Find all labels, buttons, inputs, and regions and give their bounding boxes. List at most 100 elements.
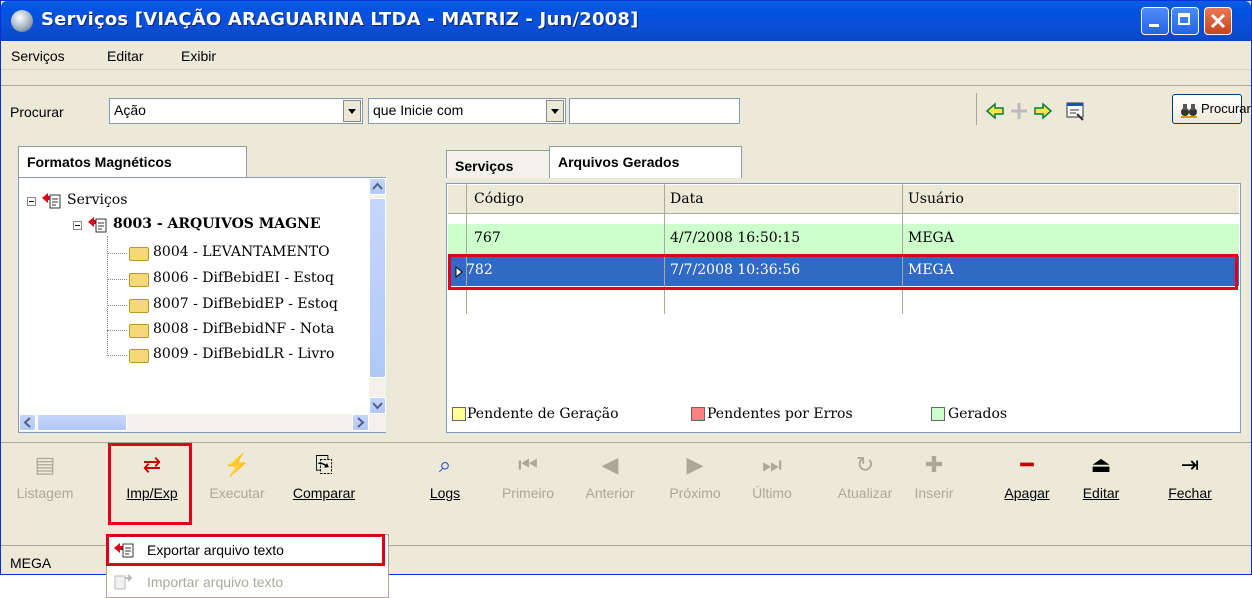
tree-leaf-label: 8006 - DifBebidEI - Estoq	[153, 270, 334, 286]
search-input[interactable]	[569, 98, 740, 124]
apagar-button[interactable]: ━ Apagar	[997, 453, 1057, 513]
menu-editar[interactable]: Editar	[107, 48, 144, 64]
status-user: MEGA	[10, 555, 52, 571]
toolbar-label: Logs	[429, 485, 461, 501]
tree-vertical-scrollbar[interactable]	[369, 178, 386, 414]
scroll-up-button[interactable]	[369, 178, 386, 195]
toolbar-label: Listagem	[16, 485, 74, 501]
title-bar[interactable]: Serviços [VIAÇÃO ARAGUARINA LTDA - MATRI…	[1, 1, 1251, 41]
scroll-left-button[interactable]	[19, 414, 36, 431]
last-icon: ⏭	[762, 452, 782, 477]
chevron-down-icon	[372, 402, 383, 410]
collapse-toggle-icon[interactable]	[27, 197, 36, 206]
listagem-button: ▤ Listagem	[15, 453, 75, 513]
toolbar-label: Atualizar	[837, 485, 893, 501]
tree-leaf-label: 8009 - DifBebidLR - Livro	[153, 346, 335, 362]
files-grid[interactable]: Código Data Usuário 767 4/7/2008 16:50:1…	[446, 183, 1241, 433]
scroll-thumb[interactable]	[369, 198, 386, 378]
window-title: Serviços [VIAÇÃO ARAGUARINA LTDA - MATRI…	[41, 9, 639, 30]
folder-icon	[129, 299, 149, 313]
toolbar-divider	[1, 85, 1251, 86]
close-door-icon: ⇥	[1180, 452, 1200, 477]
collapse-toggle-icon[interactable]	[73, 221, 82, 230]
highlight-exportar	[106, 534, 385, 566]
legend-gerados-swatch	[931, 407, 945, 421]
main-window: Serviços [VIAÇÃO ARAGUARINA LTDA - MATRI…	[0, 0, 1252, 575]
minimize-button[interactable]	[1141, 7, 1169, 35]
search-label: Procurar	[10, 104, 64, 120]
folder-icon	[129, 324, 149, 338]
delete-icon: ━	[1020, 452, 1034, 477]
highlight-imp-exp	[108, 443, 192, 525]
legend-pendente-label: Pendente de Geração	[467, 406, 619, 422]
toolbar-label: Editar	[1082, 485, 1120, 501]
legend-erros-label: Pendentes por Erros	[707, 406, 853, 422]
folder-icon	[129, 247, 149, 261]
maximize-icon	[1178, 13, 1190, 25]
tab-servicos[interactable]: Serviços	[446, 150, 550, 178]
pr-ximo-button: ▶ Próximo	[661, 453, 729, 513]
menu-exibir[interactable]: Exibir	[181, 48, 216, 64]
procurar-button[interactable]: Procurar	[1172, 94, 1251, 124]
logs-button[interactable]: ⌕ Logs	[421, 453, 469, 513]
scroll-down-button[interactable]	[369, 397, 386, 414]
toolbar-separator	[976, 93, 977, 125]
highlight-selected-row	[448, 254, 1238, 290]
folder-icon	[129, 273, 149, 287]
toolbar-label: Fechar	[1168, 485, 1212, 501]
chevron-right-icon	[357, 417, 365, 428]
column-codigo[interactable]: Código	[474, 191, 524, 207]
imp-exp-popup-menu: Exportar arquivo texto Importar arquivo …	[106, 534, 389, 598]
table-row[interactable]: 767 4/7/2008 16:50:15 MEGA	[448, 224, 1239, 254]
column-data[interactable]: Data	[670, 191, 704, 207]
grid-header: Código Data Usuário	[448, 185, 1239, 214]
chevron-down-icon[interactable]	[546, 100, 564, 122]
legend-gerados-label: Gerados	[948, 406, 1008, 422]
chevron-up-icon	[372, 182, 383, 190]
editar-button[interactable]: ⏏ Editar	[1077, 453, 1125, 513]
tab-formatos-magneticos[interactable]: Formatos Magnéticos	[18, 146, 247, 178]
arrow-right-icon[interactable]	[1033, 101, 1053, 121]
atualizar-button: ↻ Atualizar	[831, 453, 899, 513]
maximize-button[interactable]	[1171, 7, 1199, 35]
close-icon	[1210, 13, 1226, 29]
tree-view[interactable]: Serviços 8003 - ARQUIVOS MAGNE 8004 - LEVA…	[18, 177, 386, 433]
comparar-button[interactable]: ⎘ Comparar	[284, 453, 364, 513]
menu-servicos[interactable]: Serviços	[11, 48, 65, 64]
toolbar-label: Anterior	[585, 485, 635, 501]
scroll-right-button[interactable]	[352, 414, 369, 431]
fechar-button[interactable]: ⇥ Fechar	[1161, 453, 1219, 513]
magnifier-icon: ⌕	[438, 452, 452, 477]
tree-node-label: Serviços	[67, 192, 128, 208]
hscroll-thumb[interactable]	[37, 414, 127, 431]
menu-bar: Serviços Editar Exibir	[1, 43, 1251, 70]
search-field-select[interactable]: Ação	[109, 98, 363, 124]
execute-icon: ⚡	[223, 452, 251, 477]
binoculars-icon	[1181, 104, 1197, 118]
chevron-left-icon	[23, 417, 31, 428]
toolbar-label: Próximo	[669, 485, 721, 501]
anterior-button: ◀ Anterior	[579, 453, 641, 513]
form-icon[interactable]	[1065, 100, 1087, 122]
chevron-down-icon[interactable]	[343, 100, 361, 122]
tree-leaf-label: 8007 - DifBebidEP - Estoq	[153, 296, 338, 312]
column-usuario[interactable]: Usuário	[908, 191, 964, 207]
tab-arquivos-gerados[interactable]: Arquivos Gerados	[549, 146, 742, 178]
arrow-left-icon[interactable]	[985, 101, 1005, 121]
toolbar-label: Último	[752, 485, 792, 501]
move-icon	[1011, 103, 1027, 119]
previous-icon: ◀	[601, 452, 619, 477]
service-doc-icon	[88, 217, 107, 233]
close-button[interactable]	[1204, 7, 1232, 35]
folder-icon	[129, 349, 149, 363]
first-icon: ⏮	[518, 452, 538, 477]
primeiro-button: ⏮ Primeiro	[499, 453, 557, 513]
legend-erros-swatch	[691, 407, 705, 421]
search-field-value: Ação	[114, 102, 146, 118]
tree-leaf-label: 8008 - DifBebidNF - Nota	[153, 321, 335, 337]
tree-horizontal-scrollbar[interactable]	[19, 414, 386, 432]
search-condition-select[interactable]: que Inicie com	[368, 98, 566, 124]
report-icon: ▤	[34, 452, 56, 477]
-ltimo-button: ⏭ Último	[745, 453, 799, 513]
insert-icon: ✚	[924, 452, 944, 477]
